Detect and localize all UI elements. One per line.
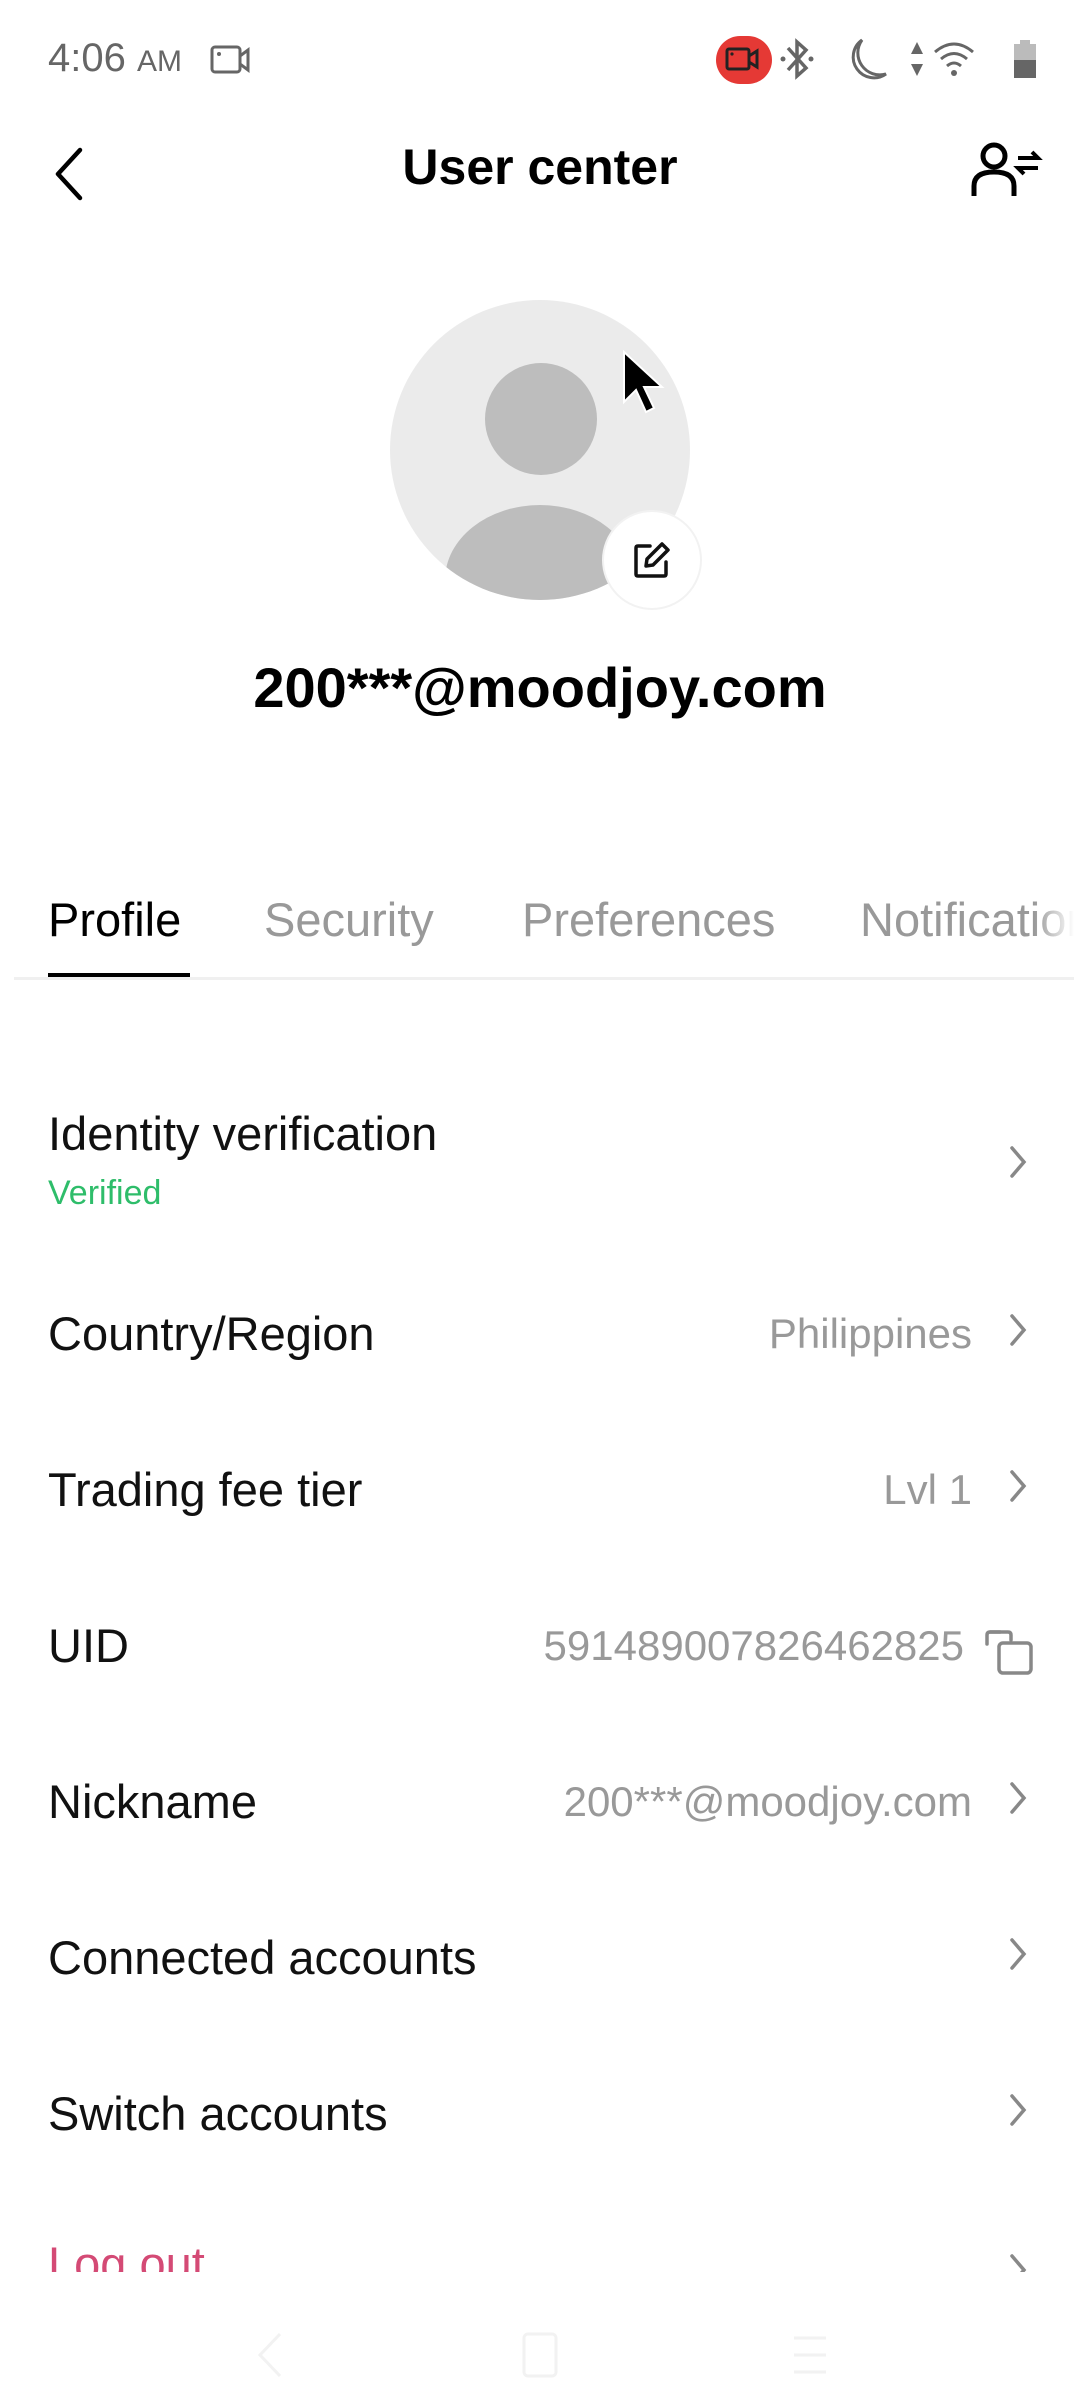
page-title: User center bbox=[402, 139, 678, 195]
connected-accounts-row[interactable]: Connected accounts bbox=[0, 1894, 1080, 2044]
tab-preferences[interactable]: Preferences bbox=[522, 892, 775, 947]
chevron-right-icon bbox=[1010, 2254, 1027, 2272]
data-arrows-icon bbox=[908, 40, 926, 83]
status-time: 4:06 AM bbox=[48, 36, 182, 80]
chevron-right-icon bbox=[1010, 1314, 1027, 1346]
avatar-section bbox=[390, 300, 702, 610]
verification-status: Verified bbox=[48, 1174, 162, 1212]
row-label: Country/Region bbox=[48, 1307, 375, 1360]
edit-avatar-button[interactable] bbox=[602, 510, 702, 610]
row-label: UID bbox=[48, 1619, 129, 1672]
trading-fee-tier-row[interactable]: Trading fee tier Lvl 1 bbox=[0, 1426, 1080, 1576]
logout-label: Log out bbox=[48, 2240, 205, 2272]
chevron-right-icon bbox=[1010, 1782, 1027, 1814]
row-value: Philippines bbox=[768, 1310, 972, 1357]
do-not-disturb-moon-icon bbox=[842, 36, 892, 87]
nav-back-icon[interactable] bbox=[250, 2330, 290, 2385]
screen-record-icon bbox=[210, 44, 254, 81]
screen-record-active-icon bbox=[716, 36, 772, 89]
system-nav-bar bbox=[0, 2310, 1080, 2400]
account-email: 200***@moodjoy.com bbox=[253, 656, 827, 719]
chevron-right-icon bbox=[1010, 2094, 1027, 2126]
battery-icon bbox=[1012, 40, 1038, 85]
row-label: Nickname bbox=[48, 1775, 257, 1828]
switch-account-button[interactable] bbox=[968, 134, 1044, 210]
identity-verification-row[interactable]: Identity verification Verified bbox=[0, 1090, 1080, 1240]
edit-icon bbox=[634, 542, 670, 578]
nickname-row[interactable]: Nickname 200***@moodjoy.com bbox=[0, 1738, 1080, 1888]
active-tab-indicator bbox=[48, 973, 190, 977]
chevron-right-icon bbox=[1010, 1470, 1027, 1502]
row-label: Trading fee tier bbox=[48, 1463, 363, 1516]
tab-security[interactable]: Security bbox=[264, 892, 434, 947]
nav-menu-icon[interactable] bbox=[790, 2330, 830, 2385]
uid-value: 591489007826462825 bbox=[543, 1622, 964, 1669]
logout-row[interactable]: Log out bbox=[0, 2240, 1080, 2272]
row-label: Identity verification bbox=[48, 1107, 438, 1160]
switch-account-icon bbox=[971, 142, 1043, 196]
tab-bar: Profile Security Preferences Notificatio… bbox=[14, 880, 1074, 980]
country-region-row[interactable]: Country/Region Philippines bbox=[0, 1270, 1080, 1420]
default-avatar-icon bbox=[485, 363, 597, 475]
uid-row: UID 591489007826462825 bbox=[0, 1582, 1080, 1732]
row-label: Switch accounts bbox=[48, 2087, 388, 2140]
row-value: Lvl 1 bbox=[883, 1466, 972, 1513]
wifi-icon bbox=[932, 38, 976, 83]
top-nav-bar: User center bbox=[0, 120, 1080, 230]
nav-home-icon[interactable] bbox=[520, 2330, 560, 2385]
tab-profile[interactable]: Profile bbox=[48, 892, 181, 947]
switch-accounts-row[interactable]: Switch accounts bbox=[0, 2050, 1080, 2200]
bluetooth-icon bbox=[780, 36, 814, 87]
mouse-cursor-icon bbox=[620, 349, 670, 420]
chevron-right-icon bbox=[1010, 1146, 1027, 1178]
copy-icon[interactable] bbox=[984, 1626, 1036, 1678]
chevron-right-icon bbox=[1010, 1938, 1027, 1970]
row-value: 200***@moodjoy.com bbox=[563, 1778, 972, 1825]
status-bar: 4:06 AM bbox=[0, 0, 1080, 120]
row-label: Connected accounts bbox=[48, 1931, 477, 1984]
